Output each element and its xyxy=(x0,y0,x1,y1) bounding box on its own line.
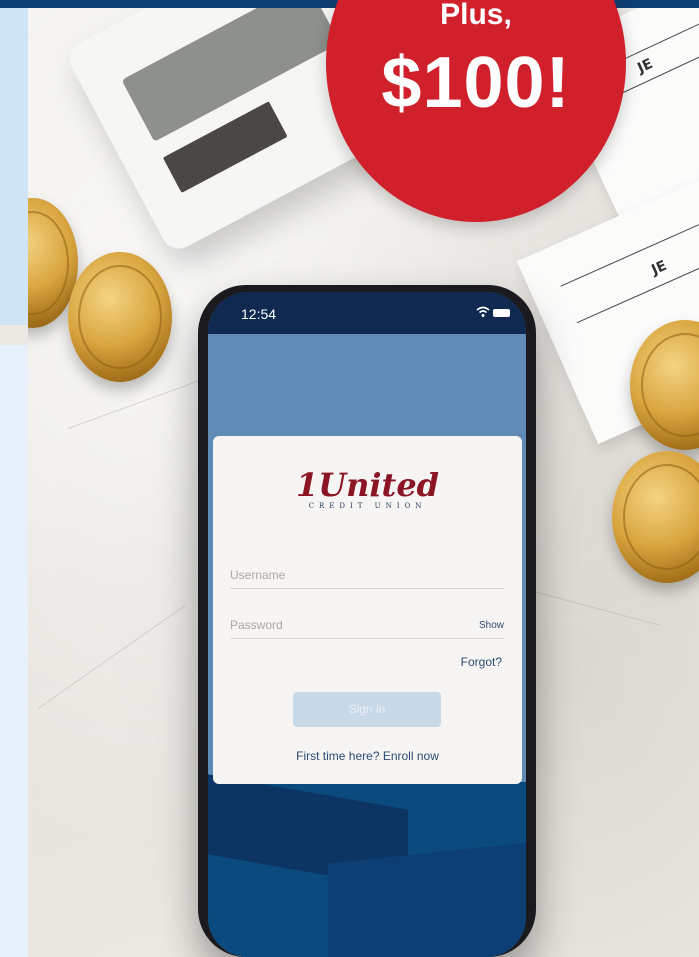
promo-plus-text: Plus, xyxy=(440,0,512,31)
status-time: 12:54 xyxy=(241,306,277,322)
battery-icon xyxy=(493,309,510,317)
left-accent-panel xyxy=(0,8,28,325)
gold-coin xyxy=(68,252,172,382)
gold-coin xyxy=(612,451,699,583)
show-password-link[interactable]: Show xyxy=(479,620,504,631)
enroll-link[interactable]: First time here? Enroll now xyxy=(213,749,522,763)
status-bar: 12:54 xyxy=(208,292,526,334)
left-accent-panel-lower xyxy=(0,345,28,957)
signin-button[interactable]: Sign in xyxy=(293,692,441,727)
forgot-link[interactable]: Forgot? xyxy=(461,655,502,669)
marble-vein xyxy=(37,604,186,709)
paper-label: JE xyxy=(649,257,670,279)
password-field[interactable]: Password Show xyxy=(230,616,504,639)
logo-wordmark: United xyxy=(318,466,440,504)
logo-subtitle: CREDIT UNION xyxy=(308,502,427,510)
username-placeholder: Username xyxy=(230,568,286,582)
password-placeholder: Password xyxy=(230,618,283,632)
wifi-icon xyxy=(476,306,490,317)
login-card: 1United CREDIT UNION Username Password S… xyxy=(213,436,522,784)
logo: 1United CREDIT UNION xyxy=(213,466,522,510)
phone-screen: 12:54 1United CREDIT UNION Username Pass… xyxy=(208,292,526,957)
username-field[interactable]: Username xyxy=(230,566,504,589)
logo-numeral: 1 xyxy=(295,466,319,504)
promo-amount: $100! xyxy=(381,43,571,123)
paper-label: JE xyxy=(635,55,656,77)
